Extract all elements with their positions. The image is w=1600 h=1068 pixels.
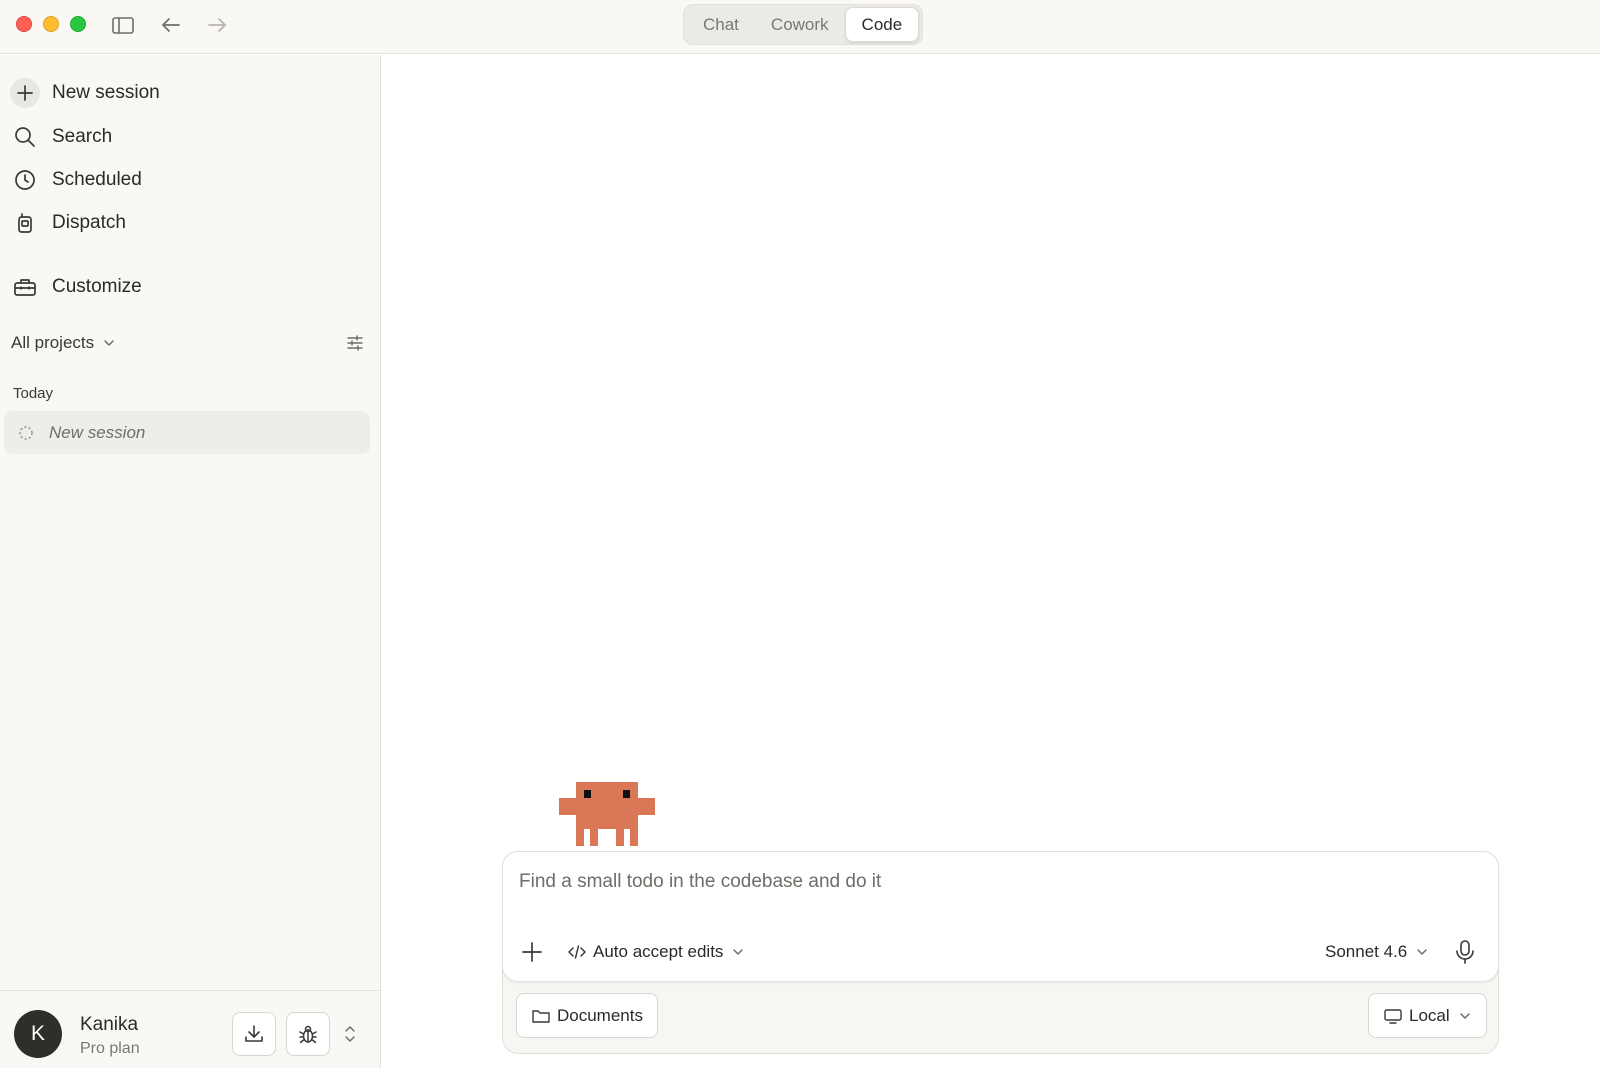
loading-spinner-icon: [17, 424, 35, 442]
title-bar: Chat Cowork Code: [0, 0, 1600, 54]
accept-mode-dropdown[interactable]: Auto accept edits: [567, 940, 745, 964]
nav-label: Scheduled: [52, 169, 142, 190]
sidebar-item-customize[interactable]: Customize: [10, 270, 360, 304]
chevron-down-icon: [1458, 1009, 1472, 1023]
user-plan: Pro plan: [80, 1040, 140, 1057]
new-session-button[interactable]: New session: [10, 76, 360, 110]
microphone-icon[interactable]: [1452, 938, 1478, 966]
minimize-window-button[interactable]: [43, 16, 59, 32]
back-arrow-icon[interactable]: [158, 12, 184, 38]
bug-report-button[interactable]: [286, 1012, 330, 1056]
filter-sliders-icon[interactable]: [345, 333, 365, 353]
tab-cowork[interactable]: Cowork: [755, 7, 845, 42]
close-window-button[interactable]: [16, 16, 32, 32]
mode-switcher: Chat Cowork Code: [683, 4, 923, 45]
prompt-input[interactable]: Find a small todo in the codebase and do…: [519, 871, 881, 893]
folder-select-button[interactable]: Documents: [516, 993, 658, 1038]
chevron-down-icon: [1415, 945, 1429, 959]
nav-label: Search: [52, 126, 113, 147]
composer: Find a small todo in the codebase and do…: [502, 851, 1499, 1054]
session-label: New session: [49, 422, 146, 442]
nav-label: New session: [52, 82, 160, 103]
user-name: Kanika: [80, 1014, 139, 1035]
model-label: Sonnet 4.6: [1325, 942, 1408, 961]
tab-code[interactable]: Code: [844, 7, 920, 42]
environment-label: Local: [1409, 1005, 1450, 1025]
section-label-today: Today: [13, 385, 54, 402]
nav-label: Dispatch: [52, 212, 126, 233]
zoom-window-button[interactable]: [70, 16, 86, 32]
session-item[interactable]: New session: [4, 411, 370, 454]
chevron-down-icon: [102, 336, 116, 350]
model-dropdown[interactable]: Sonnet 4.6: [1325, 940, 1429, 964]
sidebar-item-dispatch[interactable]: Dispatch: [10, 206, 360, 240]
toolbox-icon: [10, 272, 40, 302]
pixel-mascot-icon: [559, 782, 655, 846]
bug-icon: [297, 1023, 319, 1045]
chevron-up-down-icon[interactable]: [341, 1024, 359, 1044]
tab-chat[interactable]: Chat: [687, 7, 755, 42]
composer-input-area[interactable]: Find a small todo in the codebase and do…: [502, 851, 1499, 982]
accept-mode-label: Auto accept edits: [593, 942, 724, 961]
sidebar-item-search[interactable]: Search: [10, 120, 360, 154]
clock-icon: [10, 165, 40, 195]
nav-label: Customize: [52, 276, 142, 297]
search-icon: [10, 122, 40, 152]
forward-arrow-icon[interactable]: [204, 12, 230, 38]
download-button[interactable]: [232, 1012, 276, 1056]
code-brackets-icon: [567, 942, 587, 962]
add-attachment-plus-icon[interactable]: [520, 940, 544, 964]
sidebar-toggle-icon[interactable]: [110, 12, 136, 38]
sidebar-item-scheduled[interactable]: Scheduled: [10, 163, 360, 197]
plus-icon: [10, 78, 40, 108]
dispatch-icon: [10, 208, 40, 238]
environment-dropdown[interactable]: Local: [1368, 993, 1487, 1038]
folder-label: Documents: [557, 1005, 643, 1025]
monitor-icon: [1383, 1006, 1403, 1026]
projects-filter-label: All projects: [11, 333, 95, 352]
download-icon: [243, 1023, 265, 1045]
projects-filter[interactable]: All projects: [11, 330, 365, 356]
sidebar: New session Search Scheduled Dispatch Cu…: [0, 55, 381, 1068]
avatar[interactable]: K: [14, 1010, 62, 1058]
chevron-down-icon: [731, 945, 745, 959]
folder-icon: [531, 1006, 551, 1026]
